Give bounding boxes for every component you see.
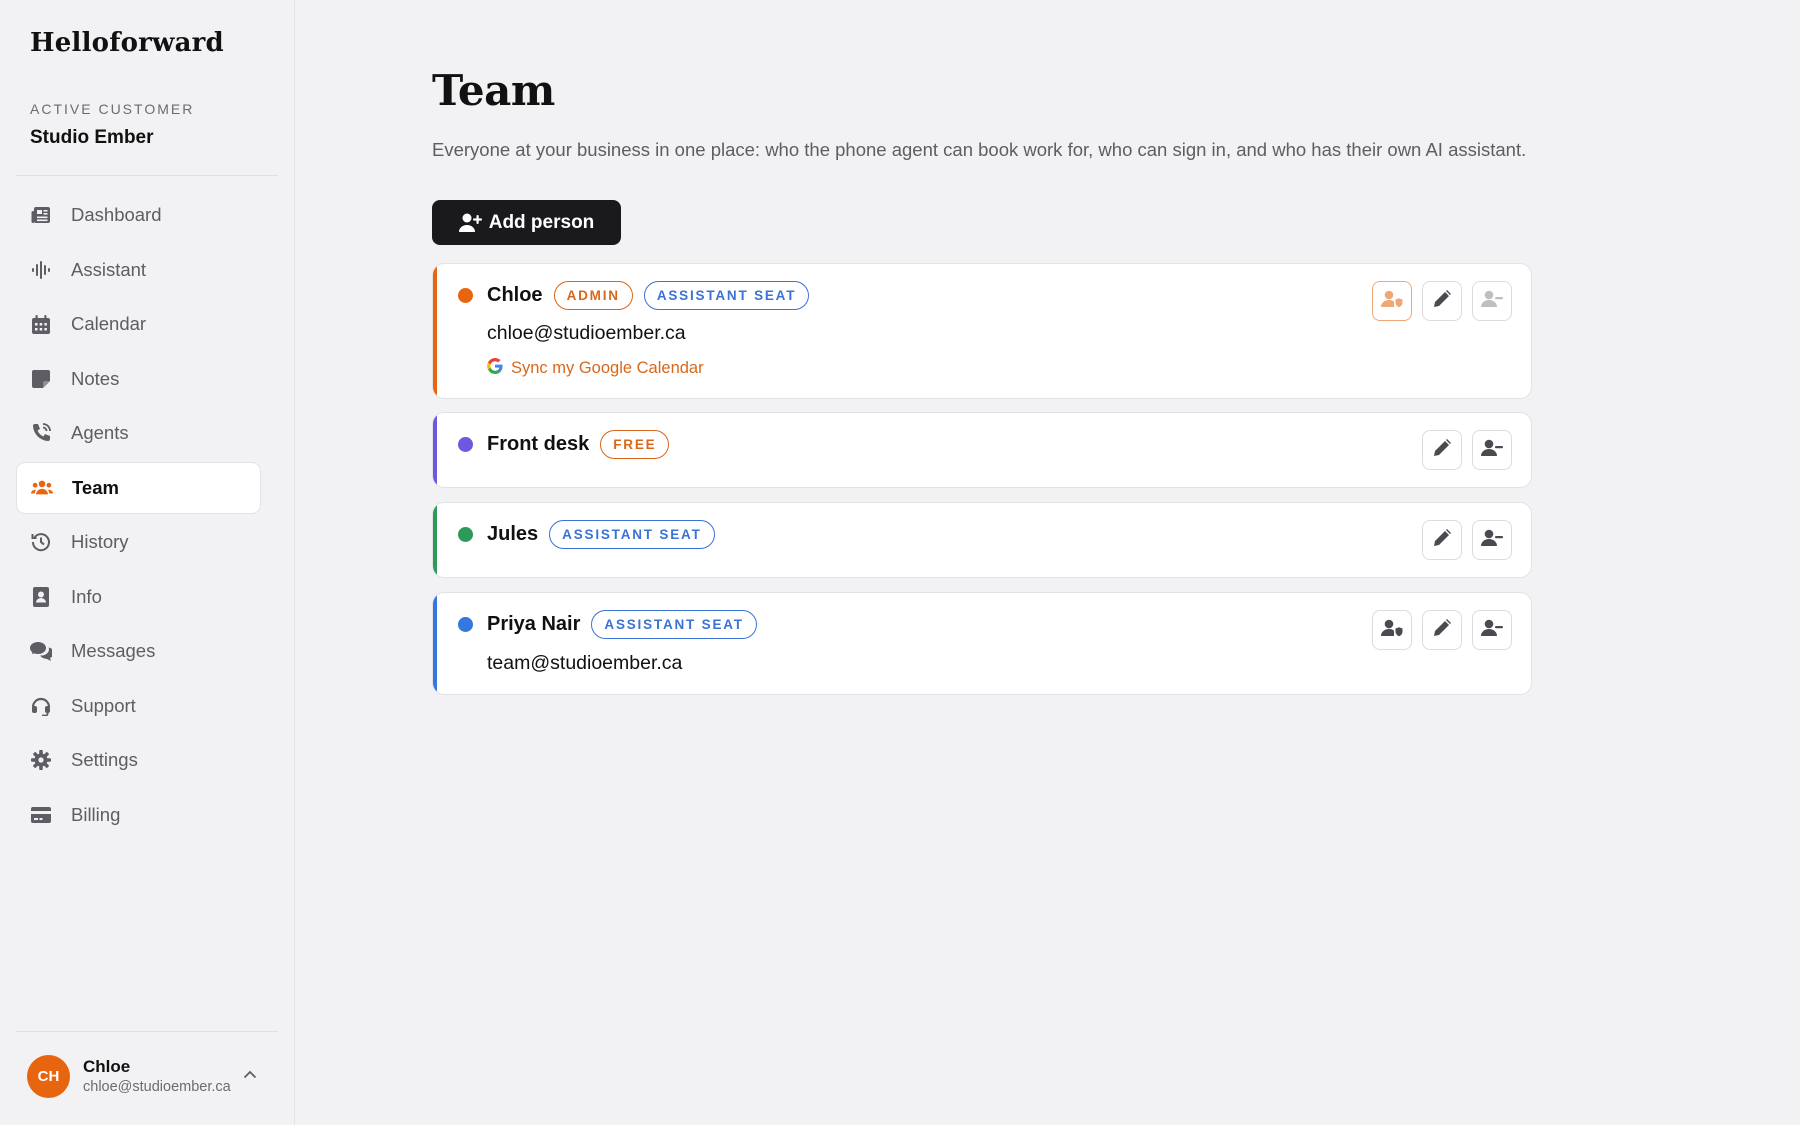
- sidebar-item-info[interactable]: Info: [16, 571, 261, 623]
- person-email: team@studioember.ca: [487, 652, 683, 674]
- remove-person-icon: [1481, 529, 1503, 552]
- sidebar-item-label: Notes: [71, 367, 120, 389]
- assistant-seat-badge: ASSISTANT SEAT: [549, 520, 715, 549]
- edit-button[interactable]: [1422, 281, 1462, 321]
- sidebar-item-team[interactable]: Team: [16, 461, 261, 514]
- color-stripe: [433, 503, 437, 577]
- assistant-seat-badge: ASSISTANT SEAT: [591, 610, 757, 639]
- sidebar-item-label: Support: [71, 694, 136, 716]
- admin-access-button[interactable]: [1372, 281, 1412, 321]
- edit-icon: [1433, 618, 1451, 642]
- sidebar-item-agents[interactable]: Agents: [16, 407, 261, 459]
- add-user-icon: [458, 213, 482, 232]
- free-badge: FREE: [600, 430, 670, 459]
- color-stripe: [433, 593, 437, 694]
- sidebar-item-label: Settings: [71, 749, 138, 770]
- person-name: Chloe: [487, 284, 543, 306]
- person-card-chloe: Chloe ADMIN ASSISTANT SEAT chloe@studioe…: [432, 263, 1532, 399]
- page-description: Everyone at your business in one place: …: [432, 139, 1527, 160]
- person-card-priya-nair: Priya Nair ASSISTANT SEAT team@studioemb…: [432, 592, 1532, 695]
- history-icon: [30, 531, 52, 553]
- status-dot: [458, 617, 473, 632]
- sidebar-item-messages[interactable]: Messages: [16, 625, 261, 677]
- edit-button[interactable]: [1422, 520, 1462, 560]
- google-icon: [487, 358, 503, 379]
- person-name: Front desk: [487, 433, 590, 455]
- sidebar-item-label: Calendar: [71, 313, 147, 334]
- gear-icon: [30, 749, 52, 771]
- sidebar-divider: [16, 175, 278, 176]
- sidebar-item-settings[interactable]: Settings: [16, 734, 261, 786]
- sidebar-item-assistant[interactable]: Assistant: [16, 244, 261, 296]
- sidebar-divider: [16, 1031, 278, 1032]
- edit-icon: [1433, 289, 1451, 313]
- person-name: Priya Nair: [487, 613, 581, 635]
- color-stripe: [433, 413, 437, 487]
- add-person-label: Add person: [488, 211, 595, 233]
- remove-person-button[interactable]: [1472, 520, 1512, 560]
- sidebar-item-label: Info: [71, 585, 102, 607]
- sidebar-item-notes[interactable]: Notes: [16, 353, 261, 405]
- remove-person-button[interactable]: [1472, 610, 1512, 650]
- remove-person-button[interactable]: [1472, 281, 1512, 321]
- sidebar-item-label: Dashboard: [71, 204, 162, 225]
- status-dot: [458, 527, 473, 542]
- sidebar-item-label: Agents: [71, 422, 129, 443]
- avatar: CH: [27, 1054, 70, 1098]
- edit-icon: [1433, 528, 1451, 552]
- sidebar-item-calendar[interactable]: Calendar: [16, 298, 261, 350]
- remove-person-icon: [1481, 290, 1503, 313]
- sidebar-item-label: History: [71, 531, 129, 552]
- sidebar-item-history[interactable]: History: [16, 516, 261, 568]
- active-customer-name: Studio Ember: [30, 127, 154, 148]
- add-person-button[interactable]: Add person: [432, 200, 621, 245]
- users-icon: [31, 477, 53, 499]
- note-icon: [30, 368, 52, 390]
- account-menu[interactable]: CH Chloe chloe@studioember.ca: [27, 1052, 277, 1100]
- calendar-icon: [30, 313, 52, 335]
- page-title: Team: [432, 66, 555, 115]
- newspaper-icon: [30, 204, 52, 226]
- admin-access-button[interactable]: [1372, 610, 1412, 650]
- headset-icon: [30, 695, 52, 717]
- status-dot: [458, 437, 473, 452]
- edit-button[interactable]: [1422, 610, 1462, 650]
- sidebar-nav: Dashboard Assistant Calendar Notes Agent…: [16, 189, 261, 843]
- brand-logo: Helloforward: [30, 28, 224, 58]
- color-stripe: [433, 264, 437, 398]
- person-card-jules: Jules ASSISTANT SEAT: [432, 502, 1532, 578]
- contact-card-icon: [30, 586, 52, 608]
- admin-access-icon: [1380, 619, 1403, 642]
- assistant-seat-badge: ASSISTANT SEAT: [643, 281, 810, 310]
- admin-access-icon: [1380, 290, 1403, 313]
- sidebar-item-support[interactable]: Support: [16, 680, 261, 732]
- sidebar-item-billing[interactable]: Billing: [16, 789, 261, 841]
- status-dot: [458, 288, 473, 303]
- sidebar: Helloforward ACTIVE CUSTOMER Studio Embe…: [0, 0, 295, 1125]
- phone-icon: [30, 422, 52, 444]
- waveform-icon: [30, 259, 52, 281]
- edit-button[interactable]: [1422, 430, 1462, 470]
- chat-icon: [30, 640, 52, 662]
- remove-person-icon: [1481, 619, 1503, 642]
- person-email: chloe@studioember.ca: [487, 322, 686, 344]
- sync-label: Sync my Google Calendar: [511, 359, 704, 377]
- person-name: Jules: [487, 523, 539, 545]
- sidebar-item-label: Messages: [71, 640, 156, 661]
- remove-person-button[interactable]: [1472, 430, 1512, 470]
- credit-card-icon: [30, 804, 52, 826]
- sync-google-calendar-link[interactable]: Sync my Google Calendar: [487, 358, 704, 379]
- sidebar-item-label: Assistant: [71, 258, 147, 280]
- sidebar-item-dashboard[interactable]: Dashboard: [16, 189, 261, 241]
- sidebar-item-label: Billing: [71, 803, 121, 825]
- chevron-up-icon: [243, 1066, 257, 1084]
- account-name: Chloe: [83, 1057, 131, 1076]
- account-email: chloe@studioember.ca: [83, 1079, 231, 1095]
- remove-person-icon: [1481, 439, 1503, 462]
- sidebar-item-label: Team: [72, 476, 119, 498]
- admin-badge: ADMIN: [553, 281, 633, 310]
- person-card-front-desk: Front desk FREE: [432, 412, 1532, 488]
- edit-icon: [1433, 438, 1451, 462]
- active-customer-label: ACTIVE CUSTOMER: [30, 101, 195, 117]
